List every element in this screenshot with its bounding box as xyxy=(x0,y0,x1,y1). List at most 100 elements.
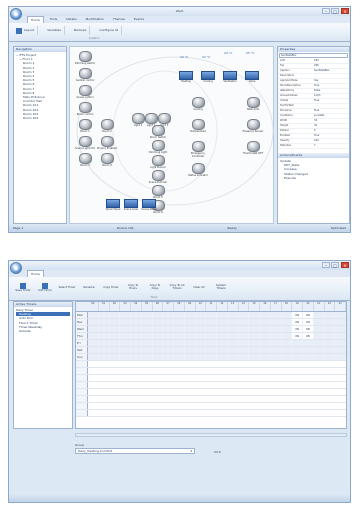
schedule-cell[interactable]: ON xyxy=(292,326,303,332)
schedule-cell[interactable] xyxy=(184,312,196,318)
schedule-cell[interactable] xyxy=(109,354,121,360)
schedule-cell[interactable] xyxy=(195,319,207,325)
schedule-cell[interactable] xyxy=(141,333,153,339)
ribbon-button[interactable]: System Timers xyxy=(211,280,231,294)
schedule-cell[interactable] xyxy=(217,340,228,346)
schedule-cell[interactable] xyxy=(195,340,207,346)
tab-details[interactable]: Details xyxy=(63,16,79,23)
schedule-cell[interactable] xyxy=(141,319,153,325)
device-left[interactable]: Central control xyxy=(72,68,98,82)
schedule-cell[interactable] xyxy=(249,354,260,360)
schedule-cell[interactable] xyxy=(217,333,228,339)
schedule-cell[interactable] xyxy=(217,354,228,360)
property-grid[interactable]: Left 183 Top 256 Caption SunSlatsBox Descripti… xyxy=(278,59,349,149)
schedule-cell[interactable] xyxy=(260,354,271,360)
property-value[interactable]: True xyxy=(314,84,319,88)
schedule-cell[interactable] xyxy=(88,319,99,325)
tab-modification[interactable]: Modification xyxy=(83,16,107,23)
schedule-cell[interactable] xyxy=(109,347,121,353)
schedule-cell[interactable] xyxy=(335,326,346,332)
schedule-cell[interactable] xyxy=(120,312,131,318)
property-value[interactable]: 256 xyxy=(314,64,319,68)
schedule-cell[interactable] xyxy=(152,354,164,360)
device-right[interactable]: Cooling xyxy=(185,97,211,111)
property-row[interactable]: TabIndex 7 xyxy=(278,144,349,149)
schedule-cell[interactable] xyxy=(249,347,260,353)
ribbon-button[interactable]: Save Timer xyxy=(13,280,33,294)
schedule-cell[interactable] xyxy=(174,340,185,346)
schedule-cell[interactable] xyxy=(206,333,217,339)
device-mid[interactable]: Dimming Light xyxy=(145,140,171,154)
schedule-cell[interactable] xyxy=(174,312,185,318)
property-value[interactable]: True xyxy=(314,134,319,138)
schedule-cell[interactable] xyxy=(206,340,217,346)
ribbon-button[interactable]: Copy To Hours xyxy=(123,280,143,294)
property-value[interactable]: True xyxy=(314,99,319,103)
schedule-cell[interactable] xyxy=(141,312,153,318)
property-value[interactable]: 7 xyxy=(314,144,316,148)
schedule-cell[interactable] xyxy=(131,347,142,353)
schedule-cell[interactable] xyxy=(324,354,336,360)
layout-button[interactable]: Layout xyxy=(13,26,39,35)
schedule-cell[interactable] xyxy=(270,312,282,318)
device-left[interactable]: Room 2 xyxy=(94,119,120,133)
schedule-cell[interactable]: ON xyxy=(303,333,314,339)
tab-home[interactable]: Home xyxy=(27,270,44,277)
schedule-cell[interactable] xyxy=(152,319,164,325)
schedule-cell[interactable] xyxy=(324,312,336,318)
schedule-cell[interactable] xyxy=(270,333,282,339)
schedule-cell[interactable] xyxy=(249,319,260,325)
schedule-cell[interactable] xyxy=(313,319,325,325)
device-right[interactable]: Temperature xyxy=(185,119,211,133)
schedule-cell[interactable] xyxy=(152,347,164,353)
schedule-cell[interactable] xyxy=(313,333,325,339)
schedule-cell[interactable] xyxy=(270,347,282,353)
schedule-cell[interactable] xyxy=(98,326,110,332)
schedule-cell[interactable] xyxy=(163,340,174,346)
schedule-cell[interactable] xyxy=(281,319,293,325)
property-value[interactable]: False xyxy=(314,89,320,93)
schedule-cell[interactable] xyxy=(195,333,207,339)
device-left[interactable]: Room 4 xyxy=(94,153,120,167)
schedule-cell[interactable] xyxy=(109,326,121,332)
device-left[interactable]: Scene control xyxy=(72,85,98,99)
schedule-grid[interactable]: 00 01 02 03 04 05 06 07 08 09 10 11 12 13 14 15 16 17 18 19… xyxy=(75,301,347,429)
property-value[interactable]: sunslats xyxy=(314,114,324,118)
schedule-cell[interactable] xyxy=(227,354,239,360)
schedule-cell[interactable] xyxy=(98,347,110,353)
tab-tools[interactable]: Tools xyxy=(47,16,60,23)
schedule-cell[interactable] xyxy=(163,319,174,325)
schedule-cell[interactable] xyxy=(281,333,293,339)
close-button[interactable]: × xyxy=(341,8,349,14)
variables-button[interactable]: Variables xyxy=(44,26,65,35)
ribbon-button[interactable]: Copy Timer xyxy=(101,280,121,294)
schedule-cell[interactable] xyxy=(131,326,142,332)
schedule-cell[interactable] xyxy=(281,340,293,346)
property-value[interactable]: SunSlatsBox xyxy=(314,69,330,73)
schedule-cell[interactable] xyxy=(281,354,293,360)
events-tree[interactable]: Update DPT_State Increase Status Changed Exe… xyxy=(278,158,349,181)
schedule-cell[interactable] xyxy=(227,312,239,318)
schedule-cell[interactable] xyxy=(163,354,174,360)
schedule-cell[interactable] xyxy=(163,312,174,318)
schedule-cell[interactable] xyxy=(238,340,250,346)
schedule-cell[interactable] xyxy=(238,326,250,332)
schedule-cell[interactable] xyxy=(120,347,131,353)
schedule-cell[interactable] xyxy=(163,347,174,353)
minimize-button[interactable]: – xyxy=(322,262,330,268)
property-value[interactable]: 5 xyxy=(314,129,316,133)
schedule-cell[interactable] xyxy=(120,333,131,339)
app-menu-orb[interactable]: ◉ xyxy=(10,8,22,20)
schedule-cell[interactable] xyxy=(249,340,260,346)
schedule-cell[interactable] xyxy=(292,340,303,346)
schedule-cell[interactable] xyxy=(260,326,271,332)
schedule-cell[interactable] xyxy=(184,340,196,346)
schedule-cell[interactable] xyxy=(109,319,121,325)
configure-io-button[interactable]: Configure IO xyxy=(96,26,123,35)
schedule-cell[interactable] xyxy=(109,340,121,346)
schedule-cell[interactable] xyxy=(217,326,228,332)
schedule-cell[interactable] xyxy=(88,333,99,339)
schedule-cell[interactable] xyxy=(195,347,207,353)
ribbon-button[interactable]: Select Timer xyxy=(57,280,77,294)
backups-button[interactable]: Backups xyxy=(71,26,91,35)
